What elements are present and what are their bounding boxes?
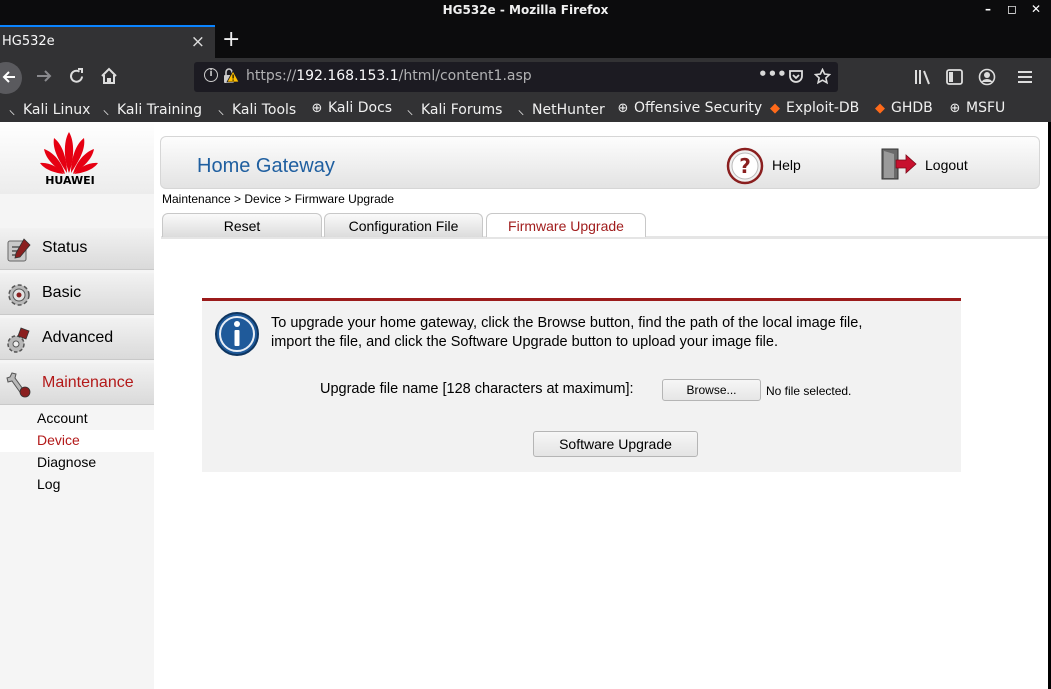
bookmark-kali-forums[interactable]: ⸜ Kali Forums bbox=[402, 100, 503, 118]
bookmark-nethunter[interactable]: ⸜ NetHunter bbox=[513, 100, 605, 118]
instruction-line: import the file, and click the Software … bbox=[271, 334, 778, 350]
bookmark-star-icon[interactable] bbox=[814, 68, 831, 85]
file-status-text: No file selected. bbox=[766, 384, 852, 398]
submenu-account[interactable]: Account bbox=[0, 408, 154, 430]
status-icon bbox=[7, 238, 31, 262]
hamburger-menu-icon[interactable] bbox=[1017, 70, 1033, 84]
submenu-device[interactable]: Device bbox=[0, 430, 154, 452]
logout-link[interactable]: Logout bbox=[925, 157, 968, 173]
sidebar-item-status[interactable]: Status bbox=[0, 228, 154, 270]
page-content: HUAWEI Status Basic Advanced Maintenance… bbox=[0, 122, 1048, 689]
globe-icon: ⊕ bbox=[311, 101, 323, 116]
submenu-log[interactable]: Log bbox=[0, 474, 154, 496]
sidebar-item-label: Status bbox=[42, 239, 88, 256]
tab-reset[interactable]: Reset bbox=[162, 213, 322, 237]
browser-navbar: i https://192.168.153.1/html/content1.as… bbox=[0, 58, 1051, 96]
submenu-label: Device bbox=[37, 432, 80, 448]
window-titlebar: HG532e - Mozilla Firefox – ◻ ✕ bbox=[0, 0, 1051, 22]
kali-dragon-icon: ⸜ bbox=[517, 103, 525, 118]
sidebar-toggle-icon[interactable] bbox=[946, 69, 963, 85]
url-scheme: https:// bbox=[246, 68, 297, 84]
maintenance-icon bbox=[6, 372, 31, 398]
tab-close-icon[interactable]: × bbox=[191, 32, 205, 52]
huawei-logo: HUAWEI bbox=[0, 122, 154, 194]
exploit-db-icon: ◆ bbox=[770, 101, 780, 116]
bookmark-ghdb[interactable]: ◆ GHDB bbox=[872, 100, 933, 116]
back-button[interactable] bbox=[0, 62, 22, 94]
bookmark-exploit-db[interactable]: ◆ Exploit-DB bbox=[767, 100, 859, 116]
bookmark-kali-tools[interactable]: ⸜ Kali Tools bbox=[213, 100, 296, 118]
router-sidebar: HUAWEI Status Basic Advanced Maintenance… bbox=[0, 122, 154, 689]
url-path: /html/content1.asp bbox=[398, 68, 532, 84]
breadcrumb: Maintenance > Device > Firmware Upgrade bbox=[162, 192, 395, 206]
logout-icon[interactable] bbox=[880, 147, 918, 181]
sidebar-item-maintenance[interactable]: Maintenance bbox=[0, 363, 154, 405]
software-upgrade-button[interactable]: Software Upgrade bbox=[533, 431, 698, 457]
upgrade-instructions: To upgrade your home gateway, click the … bbox=[271, 314, 951, 352]
huawei-petals-icon bbox=[40, 132, 98, 174]
gateway-header: Home Gateway ? Help Logout bbox=[160, 136, 1040, 189]
submenu-label: Diagnose bbox=[37, 454, 97, 470]
reload-icon[interactable] bbox=[68, 68, 85, 85]
bookmark-msfu[interactable]: ⊕ MSFU bbox=[947, 100, 1006, 116]
bookmark-kali-docs[interactable]: ⊕ Kali Docs bbox=[309, 100, 393, 116]
url-text[interactable]: https://192.168.153.1/html/content1.asp bbox=[246, 68, 532, 84]
insecure-lock-icon[interactable] bbox=[222, 68, 240, 84]
tab-configuration-file[interactable]: Configuration File bbox=[324, 213, 483, 237]
sidebar-item-basic[interactable]: Basic bbox=[0, 273, 154, 315]
url-host: 192.168.153.1 bbox=[296, 68, 399, 84]
bookmark-offensive-security[interactable]: ⊕ Offensive Security bbox=[615, 100, 763, 116]
kali-dragon-icon: ⸜ bbox=[102, 103, 110, 118]
browser-tab[interactable]: HG532e × bbox=[0, 25, 215, 58]
window-controls: – ◻ ✕ bbox=[981, 2, 1043, 16]
bookmark-kali-linux[interactable]: ⸜ Kali Linux bbox=[4, 100, 91, 118]
globe-icon: ⊕ bbox=[949, 101, 961, 116]
globe-icon: ⊕ bbox=[617, 101, 629, 116]
kali-dragon-icon: ⸜ bbox=[8, 103, 16, 118]
browser-tab-title: HG532e bbox=[2, 34, 55, 49]
browse-button[interactable]: Browse... bbox=[662, 379, 761, 401]
submenu-label: Account bbox=[37, 410, 88, 426]
maintenance-tabs: Reset Configuration File Firmware Upgrad… bbox=[161, 213, 1048, 239]
instruction-line: To upgrade your home gateway, click the … bbox=[271, 315, 863, 331]
sidebar-item-advanced[interactable]: Advanced bbox=[0, 318, 154, 360]
kali-dragon-icon: ⸜ bbox=[217, 103, 225, 118]
forward-arrow-icon[interactable] bbox=[36, 69, 52, 83]
window-title: HG532e - Mozilla Firefox bbox=[442, 3, 609, 17]
minimize-button[interactable]: – bbox=[981, 2, 995, 16]
firmware-upgrade-panel: To upgrade your home gateway, click the … bbox=[202, 298, 961, 472]
submenu-label: Log bbox=[37, 476, 61, 492]
page-actions-icon[interactable]: ••• bbox=[758, 65, 787, 83]
library-icon[interactable] bbox=[914, 69, 932, 85]
site-info-icon[interactable]: i bbox=[204, 68, 218, 82]
upgrade-file-label: Upgrade file name [128 characters at max… bbox=[320, 381, 634, 397]
close-window-button[interactable]: ✕ bbox=[1029, 2, 1043, 16]
maximize-button[interactable]: ◻ bbox=[1005, 2, 1019, 16]
bookmarks-toolbar: ⸜ Kali Linux ⸜ Kali Training ⸜ Kali Tools ⊕… bbox=[0, 96, 1051, 122]
kali-dragon-icon: ⸜ bbox=[406, 103, 414, 118]
huawei-logo-text: HUAWEI bbox=[45, 174, 95, 187]
sidebar-item-label: Maintenance bbox=[42, 374, 134, 391]
help-link[interactable]: Help bbox=[772, 157, 801, 173]
sidebar-item-label: Advanced bbox=[42, 329, 114, 346]
pocket-icon[interactable] bbox=[788, 69, 804, 84]
tab-firmware-upgrade[interactable]: Firmware Upgrade bbox=[486, 213, 646, 237]
bookmark-kali-training[interactable]: ⸜ Kali Training bbox=[98, 100, 202, 118]
browser-tabbar: HG532e × + bbox=[0, 22, 1051, 58]
back-arrow-icon bbox=[2, 71, 15, 83]
basic-gear-icon bbox=[8, 284, 30, 306]
new-tab-button[interactable]: + bbox=[222, 27, 240, 52]
submenu-diagnose[interactable]: Diagnose bbox=[0, 452, 154, 474]
svg-text:?: ? bbox=[739, 154, 751, 178]
url-bar[interactable]: i https://192.168.153.1/html/content1.as… bbox=[194, 62, 838, 92]
account-icon[interactable] bbox=[978, 68, 996, 86]
exploit-db-icon: ◆ bbox=[875, 101, 885, 116]
info-icon bbox=[215, 312, 259, 356]
page-title: Home Gateway bbox=[197, 155, 335, 177]
sidebar-item-label: Basic bbox=[42, 284, 82, 301]
advanced-icon bbox=[7, 327, 30, 353]
home-icon[interactable] bbox=[100, 67, 118, 85]
help-icon[interactable]: ? bbox=[726, 147, 764, 185]
